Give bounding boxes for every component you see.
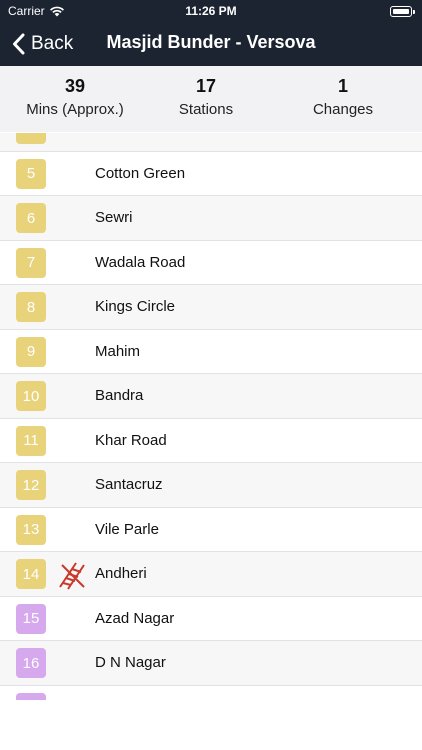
bottom-space [0, 700, 422, 750]
battery-icon [390, 6, 415, 17]
table-row[interactable]: 15 Azad Nagar [0, 596, 422, 641]
table-row[interactable]: 7 Wadala Road [0, 240, 422, 285]
page-title: Masjid Bunder - Versova [0, 32, 422, 53]
battery-level [392, 8, 409, 14]
table-row[interactable]: 13 Vile Parle [0, 507, 422, 552]
page-title-text: Masjid Bunder - Versova [106, 32, 316, 52]
station-name: Mahim [95, 342, 141, 360]
station-number-badge: 15 [16, 603, 46, 634]
table-row[interactable]: 5 Cotton Green [0, 151, 422, 196]
duration-value: 39 [64, 76, 86, 96]
station-name: Wadala Road [95, 253, 186, 271]
summary-duration: 39 Mins (Approx.) [5, 76, 145, 118]
station-number-badge [16, 133, 46, 144]
station-name: Azad Nagar [95, 609, 175, 627]
station-name: Cotton Green [95, 164, 186, 182]
status-bar: Carrier 11:26 PM [0, 0, 422, 22]
station-name: D N Nagar [95, 654, 166, 671]
station-name: Khar Road [95, 431, 167, 449]
station-name: Bandra [95, 387, 144, 404]
table-row[interactable]: 8 Kings Circle [0, 285, 422, 330]
station-number-badge: 8 [16, 292, 46, 322]
station-number-badge: 12 [16, 470, 46, 500]
changes-value: 1 [337, 76, 348, 96]
table-row[interactable] [0, 685, 422, 700]
station-number-badge: 5 [16, 158, 46, 189]
station-list[interactable]: 5 Cotton Green 6 Sewri 7 Wadala Road 8 Kings Ci… [0, 132, 422, 700]
station-number-badge: 11 [16, 425, 46, 456]
table-row[interactable] [0, 133, 422, 152]
station-number-badge [16, 692, 46, 700]
table-row[interactable]: 10 Bandra [0, 374, 422, 419]
railway-interchange-icon [59, 562, 85, 590]
table-row[interactable]: 9 Mahim [0, 329, 422, 374]
station-number-badge: 7 [16, 247, 46, 278]
stations-label: Stations [178, 101, 234, 118]
station-name: Sewri [95, 209, 133, 226]
station-number-badge: 14 [16, 559, 46, 589]
route-summary: 39 Mins (Approx.) 17 Stations 1 Changes [0, 66, 422, 132]
status-time: 11:26 PM [185, 4, 237, 18]
station-name: Kings Circle [95, 298, 176, 315]
duration-label: Mins (Approx.) [26, 101, 124, 118]
station-number-badge: 10 [16, 381, 46, 411]
summary-changes: 1 Changes [273, 76, 413, 118]
table-row[interactable]: 12 Santacruz [0, 463, 422, 508]
summary-stations: 17 Stations [136, 76, 276, 118]
stations-value: 17 [195, 76, 217, 96]
station-number-badge: 16 [16, 648, 46, 678]
table-row[interactable]: 6 Sewri [0, 196, 422, 241]
station-number-badge: 13 [16, 514, 46, 545]
station-name: Andheri [95, 565, 147, 582]
table-row[interactable]: 16 D N Nagar [0, 641, 422, 686]
changes-label: Changes [312, 101, 374, 118]
station-number-badge: 6 [16, 203, 46, 233]
station-rows: 5 Cotton Green 6 Sewri 7 Wadala Road 8 Kings Ci… [0, 133, 422, 700]
table-row[interactable]: 14 Andheri [0, 552, 422, 597]
navigation-bar: Carrier 11:26 PM Back Masjid Bunder - Ve… [0, 0, 422, 66]
station-number-badge: 9 [16, 336, 46, 367]
station-name: Vile Parle [95, 520, 159, 538]
table-row[interactable]: 11 Khar Road [0, 418, 422, 463]
station-name: Santacruz [95, 476, 163, 493]
